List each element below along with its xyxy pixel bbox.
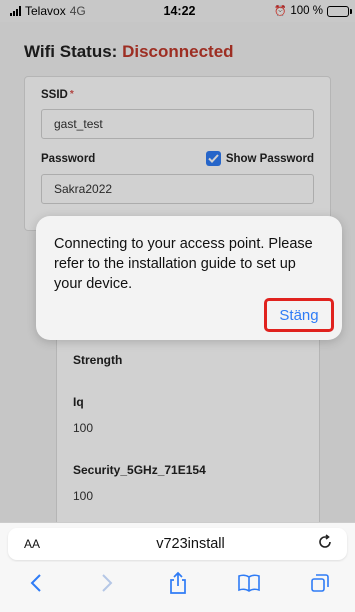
url-text[interactable]: v723install — [84, 536, 297, 552]
close-button[interactable]: Stäng — [264, 298, 334, 332]
reload-icon[interactable] — [317, 533, 333, 555]
url-field[interactable]: AA v723install — [8, 528, 347, 560]
alert-message: Connecting to your access point. Please … — [54, 236, 313, 292]
bookmarks-icon[interactable] — [229, 568, 269, 598]
tabs-icon[interactable] — [300, 568, 340, 598]
forward-icon[interactable] — [87, 568, 127, 598]
address-bar: AA v723install — [0, 522, 355, 562]
back-icon[interactable] — [16, 568, 56, 598]
text-size-button[interactable]: AA — [24, 537, 84, 551]
alert-dialog: Connecting to your access point. Please … — [36, 216, 342, 340]
share-icon[interactable] — [158, 568, 198, 598]
browser-toolbar — [0, 562, 355, 612]
